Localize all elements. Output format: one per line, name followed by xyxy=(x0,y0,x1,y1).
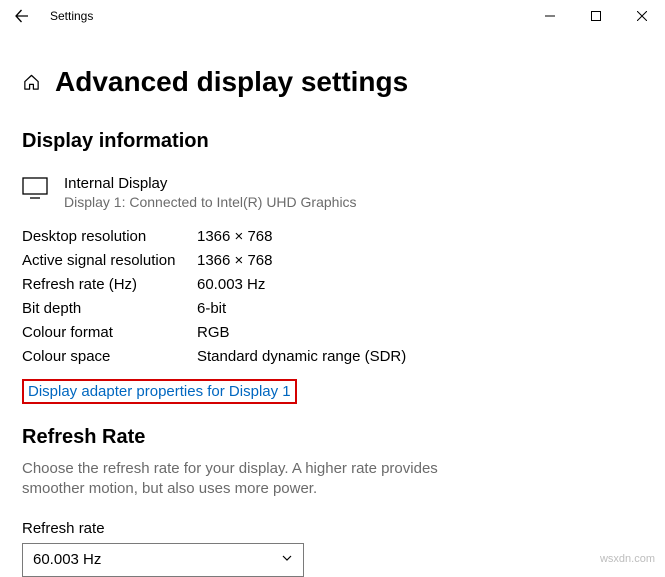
refresh-rate-label: Refresh rate xyxy=(22,520,643,537)
monitor-icon xyxy=(22,177,48,204)
prop-val: 1366 × 768 xyxy=(197,252,273,269)
display-connection: Display 1: Connected to Intel(R) UHD Gra… xyxy=(64,194,357,210)
prop-val: 6-bit xyxy=(197,300,226,317)
window-controls xyxy=(527,0,665,32)
content-area: Advanced display settings Display inform… xyxy=(0,32,665,577)
display-summary: Internal Display Display 1: Connected to… xyxy=(22,175,643,210)
prop-val: Standard dynamic range (SDR) xyxy=(197,348,406,365)
maximize-icon xyxy=(591,11,601,21)
prop-val: RGB xyxy=(197,324,230,341)
refresh-rate-dropdown[interactable]: 60.003 Hz xyxy=(22,543,304,577)
refresh-rate-value: 60.003 Hz xyxy=(33,551,101,568)
watermark: wsxdn.com xyxy=(600,553,655,565)
refresh-rate-heading: Refresh Rate xyxy=(22,426,643,449)
prop-key: Refresh rate (Hz) xyxy=(22,276,197,293)
titlebar: Settings xyxy=(0,0,665,32)
table-row: Colour format RGB xyxy=(22,324,643,341)
display-name: Internal Display xyxy=(64,175,357,192)
maximize-button[interactable] xyxy=(573,0,619,32)
display-info-heading: Display information xyxy=(22,130,643,153)
display-summary-text: Internal Display Display 1: Connected to… xyxy=(64,175,357,210)
display-properties-table: Desktop resolution 1366 × 768 Active sig… xyxy=(22,228,643,365)
table-row: Bit depth 6-bit xyxy=(22,300,643,317)
page-title: Advanced display settings xyxy=(55,66,408,98)
prop-key: Colour format xyxy=(22,324,197,341)
table-row: Active signal resolution 1366 × 768 xyxy=(22,252,643,269)
close-icon xyxy=(637,11,647,21)
back-button[interactable] xyxy=(0,0,44,32)
home-icon[interactable] xyxy=(22,73,41,92)
table-row: Desktop resolution 1366 × 768 xyxy=(22,228,643,245)
page-header: Advanced display settings xyxy=(22,66,643,98)
prop-val: 60.003 Hz xyxy=(197,276,265,293)
prop-key: Active signal resolution xyxy=(22,252,197,269)
display-adapter-properties-link[interactable]: Display adapter properties for Display 1 xyxy=(22,379,297,404)
prop-key: Bit depth xyxy=(22,300,197,317)
refresh-rate-help-text: Choose the refresh rate for your display… xyxy=(22,459,502,500)
prop-key: Colour space xyxy=(22,348,197,365)
minimize-icon xyxy=(545,11,555,21)
prop-key: Desktop resolution xyxy=(22,228,197,245)
table-row: Refresh rate (Hz) 60.003 Hz xyxy=(22,276,643,293)
minimize-button[interactable] xyxy=(527,0,573,32)
close-button[interactable] xyxy=(619,0,665,32)
chevron-down-icon xyxy=(281,551,293,568)
table-row: Colour space Standard dynamic range (SDR… xyxy=(22,348,643,365)
back-arrow-icon xyxy=(14,8,30,24)
window-title: Settings xyxy=(50,9,93,23)
prop-val: 1366 × 768 xyxy=(197,228,273,245)
